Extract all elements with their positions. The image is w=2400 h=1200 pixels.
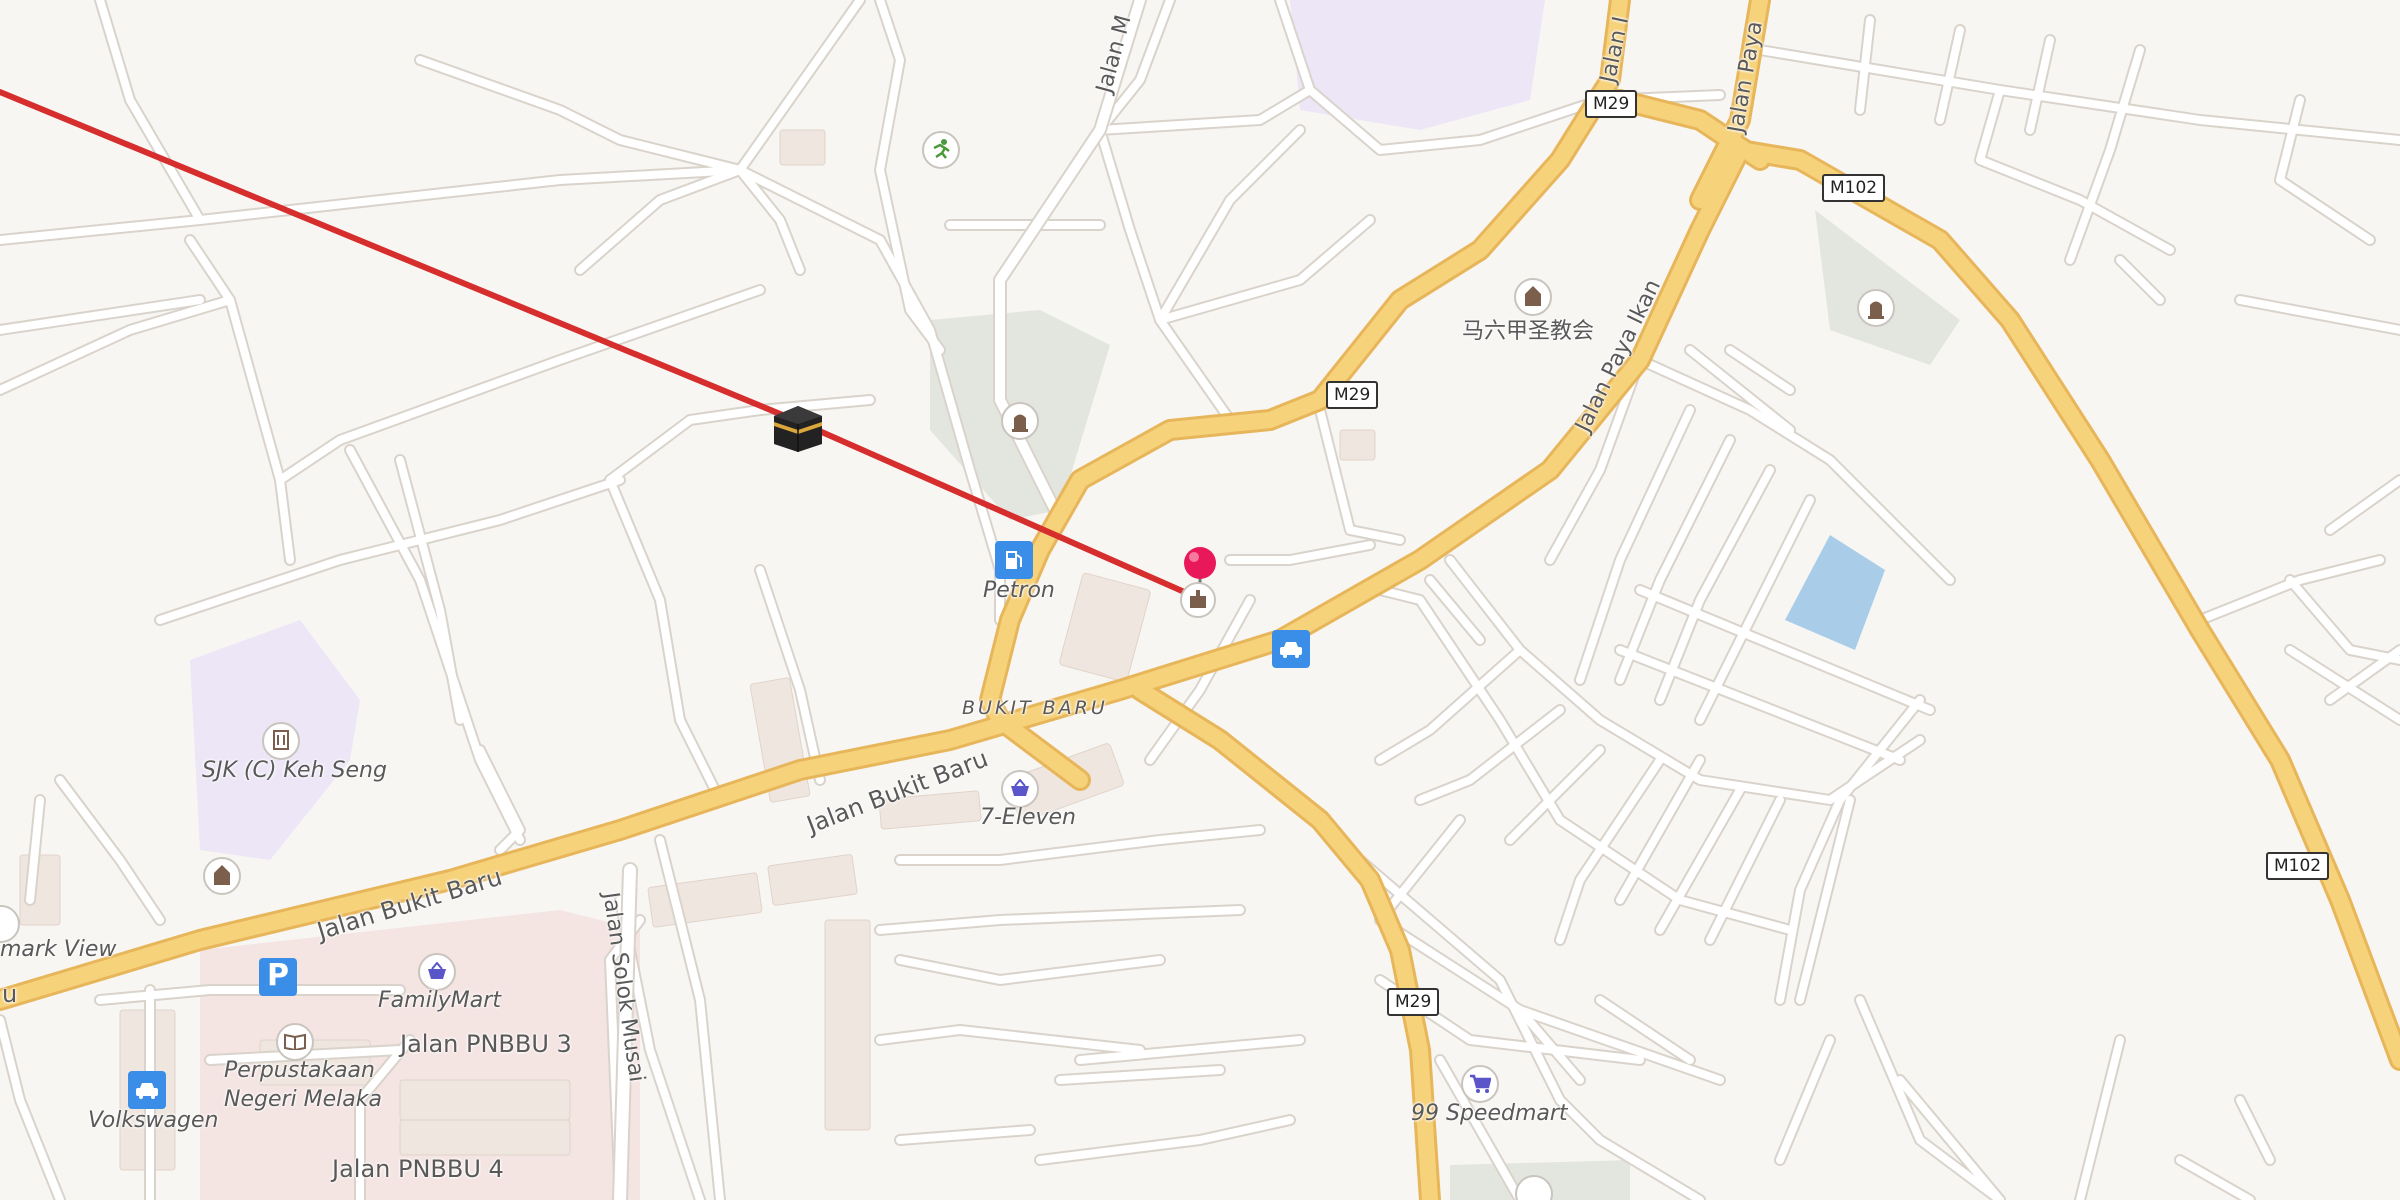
church-glyph [1523, 285, 1543, 307]
water-pond [1785, 535, 1885, 650]
fuel-pump-glyph [1004, 549, 1024, 571]
basket-glyph-2 [426, 961, 448, 980]
car-glyph-2 [134, 1081, 160, 1099]
shield-m102-right: M102 [2266, 852, 2330, 880]
label-bukit-baru: BUKIT BARU [962, 697, 1108, 719]
label-jalan-pnbbu3: Jalan PNBBU 3 [400, 1030, 572, 1058]
label-familymart: FamilyMart [378, 988, 501, 1013]
parking-glyph: P [267, 958, 289, 993]
cemetery-glyph [1011, 410, 1029, 432]
car-glyph [1278, 640, 1304, 658]
shield-m29-mid: M29 [1326, 381, 1379, 409]
book-glyph [284, 1032, 306, 1052]
basket-glyph [1009, 778, 1031, 797]
cart-glyph [1469, 1074, 1492, 1094]
label-99-speedmart: 99 Speedmart [1411, 1101, 1568, 1126]
label-perpustakaan-1: Perpustakaan [224, 1058, 375, 1083]
shield-m102-top: M102 [1822, 174, 1886, 202]
running-glyph [930, 138, 952, 160]
label-petron: Petron [983, 578, 1055, 603]
worship-glyph-left [212, 864, 232, 886]
kaaba-icon[interactable] [772, 404, 824, 454]
shield-m29-bottom: M29 [1387, 988, 1440, 1016]
label-volkswagen: Volkswagen [88, 1108, 219, 1133]
label-sjk: SJK (C) Keh Seng [202, 758, 387, 783]
building-icon [1189, 590, 1207, 608]
shield-m29-top: M29 [1585, 90, 1638, 118]
school-glyph [271, 729, 291, 751]
label-church: 马六甲圣教会 [1462, 319, 1595, 344]
cemetery-glyph-right [1867, 297, 1885, 319]
label-jalan-pnbbu4: Jalan PNBBU 4 [332, 1155, 504, 1183]
map-canvas[interactable]: P M29 M29 M29 M102 M102 Petron BUKIT BAR… [0, 0, 2400, 1200]
label-perpustakaan-2: Negeri Melaka [224, 1087, 382, 1112]
label-baru-edge: u [2, 980, 18, 1008]
label-mark-view: mark View [0, 937, 117, 962]
label-7-eleven: 7-Eleven [980, 805, 1076, 830]
